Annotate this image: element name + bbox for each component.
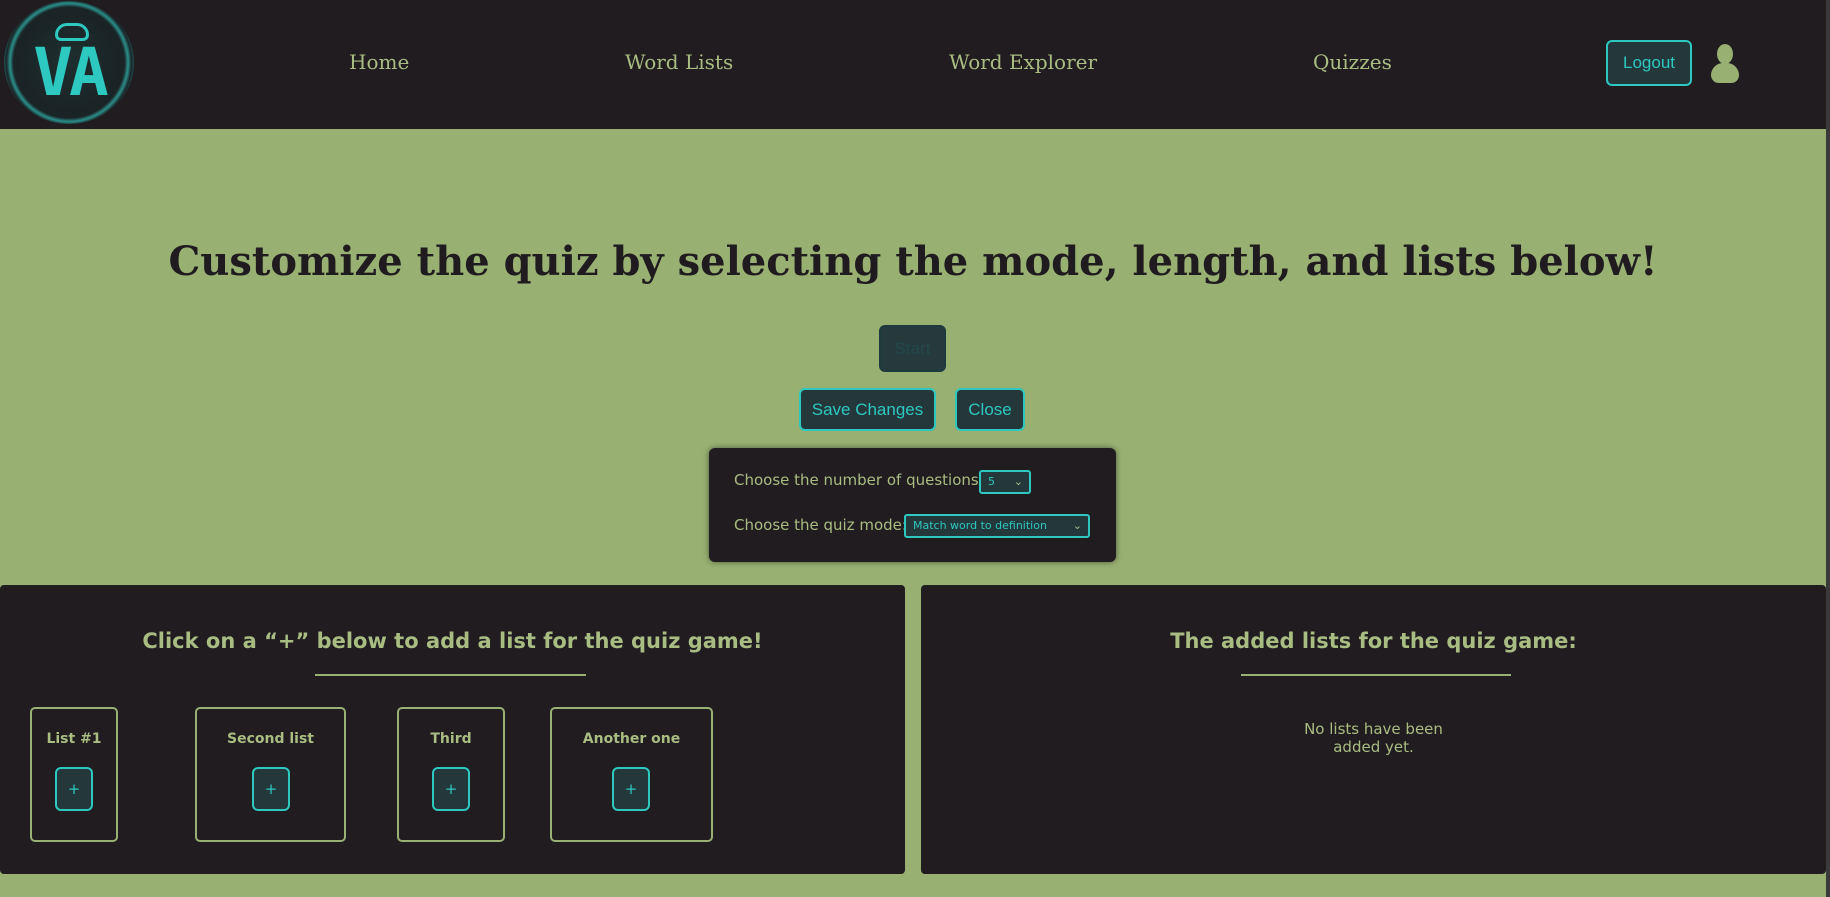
- nav-link-word-explorer[interactable]: Word Explorer: [949, 50, 1097, 74]
- page-title: Customize the quiz by selecting the mode…: [168, 238, 1658, 285]
- add-list-button[interactable]: +: [252, 767, 290, 811]
- list-name: Another one: [582, 731, 681, 747]
- chevron-down-icon: ⌄: [1072, 519, 1082, 532]
- added-lists-title: The added lists for the quiz game:: [1170, 629, 1577, 653]
- add-list-button[interactable]: +: [612, 767, 650, 811]
- user-icon-body: [1711, 63, 1739, 83]
- start-button[interactable]: Start: [879, 325, 946, 372]
- list-card: Third +: [397, 707, 505, 842]
- list-card: List #1 +: [30, 707, 118, 842]
- logout-button[interactable]: Logout: [1606, 40, 1692, 86]
- questions-count-label: Choose the number of questions:: [734, 471, 984, 489]
- close-button[interactable]: Close: [955, 388, 1025, 431]
- quiz-mode-label: Choose the quiz mode:: [734, 516, 907, 534]
- quiz-mode-select[interactable]: Match word to definition ⌄: [904, 514, 1090, 538]
- list-card: Another one +: [550, 707, 713, 842]
- available-lists-title: Click on a “+” below to add a list for t…: [142, 629, 763, 653]
- empty-lists-message: No lists have been added yet.: [1304, 720, 1443, 756]
- navbar: VA Home Word Lists Word Explorer Quizzes…: [0, 0, 1826, 129]
- list-card: Second list +: [195, 707, 346, 842]
- list-name: Third: [430, 731, 472, 747]
- title-divider: [1241, 674, 1511, 676]
- list-name: List #1: [46, 731, 102, 747]
- list-name: Second list: [227, 731, 314, 747]
- logo[interactable]: VA: [4, 1, 134, 124]
- chevron-down-icon: ⌄: [1013, 475, 1023, 488]
- nav-link-word-lists[interactable]: Word Lists: [625, 50, 733, 74]
- logo-text: VA: [33, 34, 108, 111]
- quiz-mode-value: Match word to definition: [913, 519, 1047, 532]
- title-divider: [315, 674, 586, 676]
- add-list-button[interactable]: +: [55, 767, 93, 811]
- nav-link-home[interactable]: Home: [349, 50, 409, 74]
- user-icon-head: [1717, 44, 1733, 64]
- save-changes-button[interactable]: Save Changes: [799, 388, 936, 431]
- scrollbar[interactable]: [1826, 0, 1830, 897]
- questions-count-select[interactable]: 5 ⌄: [979, 470, 1031, 494]
- questions-count-value: 5: [988, 475, 995, 488]
- add-list-button[interactable]: +: [432, 767, 470, 811]
- nav-link-quizzes[interactable]: Quizzes: [1313, 50, 1392, 74]
- added-lists-panel: The added lists for the quiz game: No li…: [921, 585, 1826, 874]
- user-profile-icon[interactable]: [1711, 44, 1739, 84]
- quiz-settings-box: Choose the number of questions: 5 ⌄ Choo…: [709, 448, 1116, 562]
- available-lists-panel: Click on a “+” below to add a list for t…: [0, 585, 905, 874]
